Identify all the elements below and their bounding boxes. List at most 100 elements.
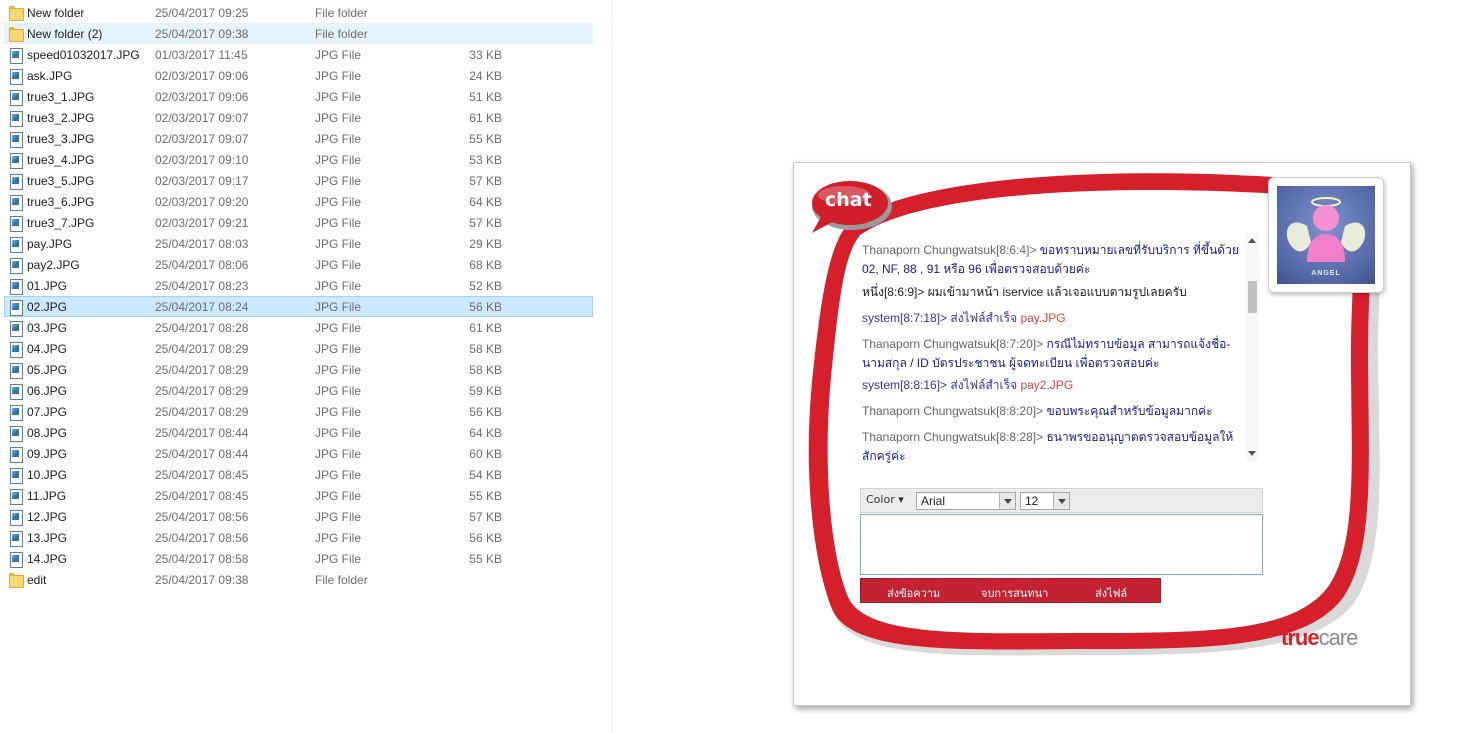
file-row[interactable]: speed01032017.JPG 01/03/2017 11:45 JPG Fil…	[4, 44, 593, 65]
transcript-scrollbar[interactable]	[1245, 233, 1259, 461]
avatar: ANGEL	[1277, 186, 1375, 284]
file-row[interactable]: New folder 25/04/2017 09:25 File folder	[4, 2, 593, 23]
file-name: New folder	[27, 6, 85, 20]
file-row[interactable]: 03.JPG 25/04/2017 08:28 JPG File 61 KB	[4, 317, 593, 338]
file-size: 51 KB	[469, 90, 502, 104]
file-row[interactable]: 11.JPG 25/04/2017 08:45 JPG File 55 KB	[4, 485, 593, 506]
file-size: 64 KB	[469, 426, 502, 440]
image-icon	[9, 279, 23, 295]
file-type: JPG File	[315, 321, 362, 335]
file-type: JPG File	[315, 363, 362, 377]
file-type: JPG File	[315, 447, 362, 461]
attachment-link[interactable]: pay.JPG	[1020, 311, 1065, 325]
file-name: true3_4.JPG	[27, 153, 95, 167]
file-size: 53 KB	[469, 153, 502, 167]
brand-care: care	[1318, 625, 1359, 650]
file-row[interactable]: 07.JPG 25/04/2017 08:29 JPG File 56 KB	[4, 401, 593, 422]
file-row[interactable]: edit 25/04/2017 09:38 File folder	[4, 569, 593, 590]
image-icon	[9, 531, 23, 547]
file-name: 03.JPG	[27, 321, 68, 335]
end-chat-button[interactable]: จบการสนทนา	[981, 584, 1048, 602]
chevron-down-icon[interactable]	[999, 493, 1015, 509]
file-type: JPG File	[315, 405, 362, 419]
scroll-thumb[interactable]	[1248, 281, 1257, 313]
file-row[interactable]: true3_5.JPG 02/03/2017 09:17 JPG File 57 KB	[4, 170, 593, 191]
scroll-up-icon[interactable]	[1248, 238, 1256, 243]
file-row[interactable]: pay.JPG 25/04/2017 08:03 JPG File 29 KB	[4, 233, 593, 254]
file-row[interactable]: true3_7.JPG 02/03/2017 09:21 JPG File 57 KB	[4, 212, 593, 233]
file-type: JPG File	[315, 531, 362, 545]
chevron-down-icon[interactable]	[1053, 493, 1069, 509]
file-type: JPG File	[315, 552, 362, 566]
file-row[interactable]: pay2.JPG 25/04/2017 08:06 JPG File 68 KB	[4, 254, 593, 275]
file-list: New folder 25/04/2017 09:25 File folder New…	[0, 0, 612, 733]
message-input[interactable]	[860, 514, 1263, 575]
image-icon	[9, 405, 23, 421]
chat-message: Thanaporn Chungwatsuk[8:8:28]> ธนาพรขออน…	[862, 428, 1247, 463]
attachment-link[interactable]: pay2.JPG	[1020, 378, 1073, 392]
file-row[interactable]: 08.JPG 25/04/2017 08:44 JPG File 64 KB	[4, 422, 593, 443]
file-row[interactable]: true3_3.JPG 02/03/2017 09:07 JPG File 55 KB	[4, 128, 593, 149]
file-size: 24 KB	[469, 69, 502, 83]
file-row[interactable]: 01.JPG 25/04/2017 08:23 JPG File 52 KB	[4, 275, 593, 296]
file-row[interactable]: 05.JPG 25/04/2017 08:29 JPG File 58 KB	[4, 359, 593, 380]
file-type: JPG File	[315, 216, 362, 230]
agent-avatar-card: ANGEL	[1268, 177, 1384, 293]
file-name: true3_5.JPG	[27, 174, 95, 188]
file-name: pay.JPG	[27, 237, 73, 251]
file-size: 55 KB	[469, 489, 502, 503]
file-row[interactable]: 04.JPG 25/04/2017 08:29 JPG File 58 KB	[4, 338, 593, 359]
chat-message: system[8:7:18]> ส่งไฟล์สำเร็จ pay.JPG	[862, 309, 1247, 328]
file-row[interactable]: 14.JPG 25/04/2017 08:58 JPG File 55 KB	[4, 548, 593, 569]
file-row[interactable]: true3_6.JPG 02/03/2017 09:20 JPG File 64 KB	[4, 191, 593, 212]
file-size: 59 KB	[469, 384, 502, 398]
file-size: 29 KB	[469, 237, 502, 251]
file-type: JPG File	[315, 48, 362, 62]
file-row[interactable]: 06.JPG 25/04/2017 08:29 JPG File 59 KB	[4, 380, 593, 401]
file-type: JPG File	[315, 132, 362, 146]
image-icon	[9, 69, 23, 85]
file-row[interactable]: ask.JPG 02/03/2017 09:06 JPG File 24 KB	[4, 65, 593, 86]
file-size: 52 KB	[469, 279, 502, 293]
file-type: JPG File	[315, 258, 362, 272]
file-row[interactable]: 02.JPG 25/04/2017 08:24 JPG File 56 KB	[4, 296, 593, 317]
file-row[interactable]: true3_4.JPG 02/03/2017 09:10 JPG File 53 KB	[4, 149, 593, 170]
file-type: File folder	[315, 6, 368, 20]
file-row[interactable]: 13.JPG 25/04/2017 08:56 JPG File 56 KB	[4, 527, 593, 548]
file-row[interactable]: 10.JPG 25/04/2017 08:45 JPG File 54 KB	[4, 464, 593, 485]
send-file-button[interactable]: ส่งไฟล์	[1095, 584, 1127, 602]
file-name: true3_7.JPG	[27, 216, 95, 230]
chat-window: chat ANGEL Thanaporn Chungwatsuk[8:6:4]>…	[793, 162, 1411, 706]
file-row[interactable]: 12.JPG 25/04/2017 08:56 JPG File 57 KB	[4, 506, 593, 527]
file-type: JPG File	[315, 153, 362, 167]
file-row[interactable]: 09.JPG 25/04/2017 08:44 JPG File 60 KB	[4, 443, 593, 464]
image-icon	[9, 195, 23, 211]
file-name: 02.JPG	[27, 300, 68, 314]
send-message-button[interactable]: ส่งข้อความ	[887, 584, 940, 602]
pane-divider	[612, 0, 613, 733]
file-date-modified: 02/03/2017 09:21	[155, 216, 249, 230]
font-family-select[interactable]: Arial	[916, 492, 1016, 510]
file-row[interactable]: New folder (2) 25/04/2017 09:38 File folde…	[4, 23, 593, 44]
image-icon	[9, 300, 23, 316]
file-type: JPG File	[315, 174, 362, 188]
color-picker-button[interactable]: Color ▾	[866, 493, 904, 506]
scroll-down-icon[interactable]	[1248, 451, 1256, 456]
message-sender: Thanaporn Chungwatsuk[8:8:28]>	[862, 430, 1044, 444]
file-date-modified: 25/04/2017 08:29	[155, 405, 249, 419]
image-icon	[9, 447, 23, 463]
font-size-select[interactable]: 12	[1020, 492, 1070, 510]
file-date-modified: 25/04/2017 08:56	[155, 510, 249, 524]
file-size: 33 KB	[469, 48, 502, 62]
image-icon	[9, 153, 23, 169]
file-type: JPG File	[315, 195, 362, 209]
image-icon	[9, 216, 23, 232]
file-date-modified: 25/04/2017 08:44	[155, 447, 249, 461]
file-row[interactable]: true3_1.JPG 02/03/2017 09:06 JPG File 51 KB	[4, 86, 593, 107]
chat-transcript: Thanaporn Chungwatsuk[8:6:4]> ขอทราบหมาย…	[860, 233, 1260, 463]
file-row[interactable]: true3_2.JPG 02/03/2017 09:07 JPG File 61 KB	[4, 107, 593, 128]
file-type: JPG File	[315, 69, 362, 83]
message-sender: Thanaporn Chungwatsuk[8:7:20]>	[862, 337, 1044, 351]
message-sender: Thanaporn Chungwatsuk[8:6:4]>	[862, 243, 1037, 257]
message-sender: Thanaporn Chungwatsuk[8:8:20]>	[862, 404, 1044, 418]
